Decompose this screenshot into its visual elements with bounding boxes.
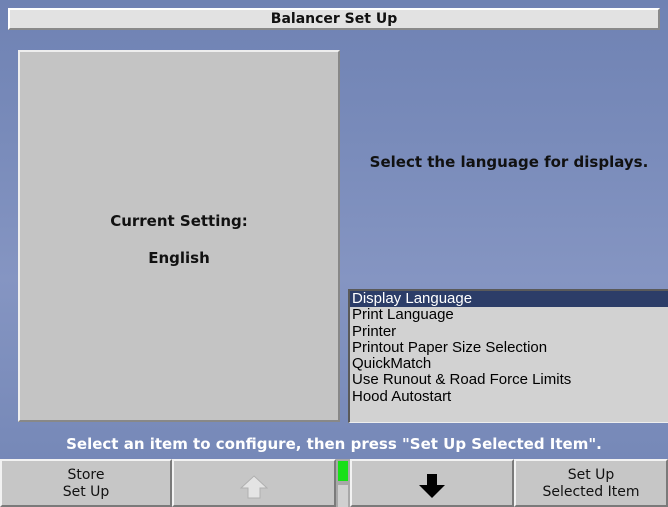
- list-item[interactable]: Use Runout & Road Force Limits: [350, 372, 668, 388]
- list-item[interactable]: Print Language: [350, 307, 668, 323]
- position-indicator: [336, 459, 350, 507]
- list-item[interactable]: Hood Autostart: [350, 388, 668, 405]
- current-setting-label: Current Setting:: [110, 212, 248, 230]
- scroll-up-button[interactable]: [172, 459, 336, 507]
- balancer-setup-screen: Balancer Set Up Current Setting: English…: [0, 0, 668, 507]
- store-setup-label-line1: Store: [67, 467, 105, 483]
- current-setting-panel: Current Setting: English: [18, 50, 340, 422]
- setup-selected-label-line1: Set Up: [567, 467, 615, 483]
- list-item[interactable]: Printout Paper Size Selection: [350, 339, 668, 356]
- setup-item-list[interactable]: Display Language Print Language Printer …: [348, 289, 668, 423]
- indicator-inactive-segment: [338, 485, 348, 507]
- setup-selected-label-line2: Selected Item: [542, 484, 640, 500]
- indicator-active-segment: [338, 461, 348, 481]
- scroll-down-button[interactable]: [350, 459, 514, 507]
- list-item[interactable]: QuickMatch: [350, 356, 668, 372]
- arrow-down-icon: [419, 474, 445, 498]
- window-title: Balancer Set Up: [8, 8, 660, 30]
- store-setup-button[interactable]: Store Set Up: [0, 459, 172, 507]
- arrow-up-icon: [240, 475, 268, 499]
- list-item[interactable]: Printer: [350, 323, 668, 340]
- list-item[interactable]: Display Language: [350, 291, 668, 308]
- setup-selected-item-button[interactable]: Set Up Selected Item: [514, 459, 668, 507]
- softkey-bar: Store Set Up Set Up Selected Item: [0, 459, 668, 507]
- store-setup-label-line2: Set Up: [62, 484, 110, 500]
- instruction-text: Select the language for displays.: [369, 153, 649, 171]
- current-setting-value: English: [148, 249, 210, 267]
- status-message: Select an item to configure, then press …: [66, 435, 602, 453]
